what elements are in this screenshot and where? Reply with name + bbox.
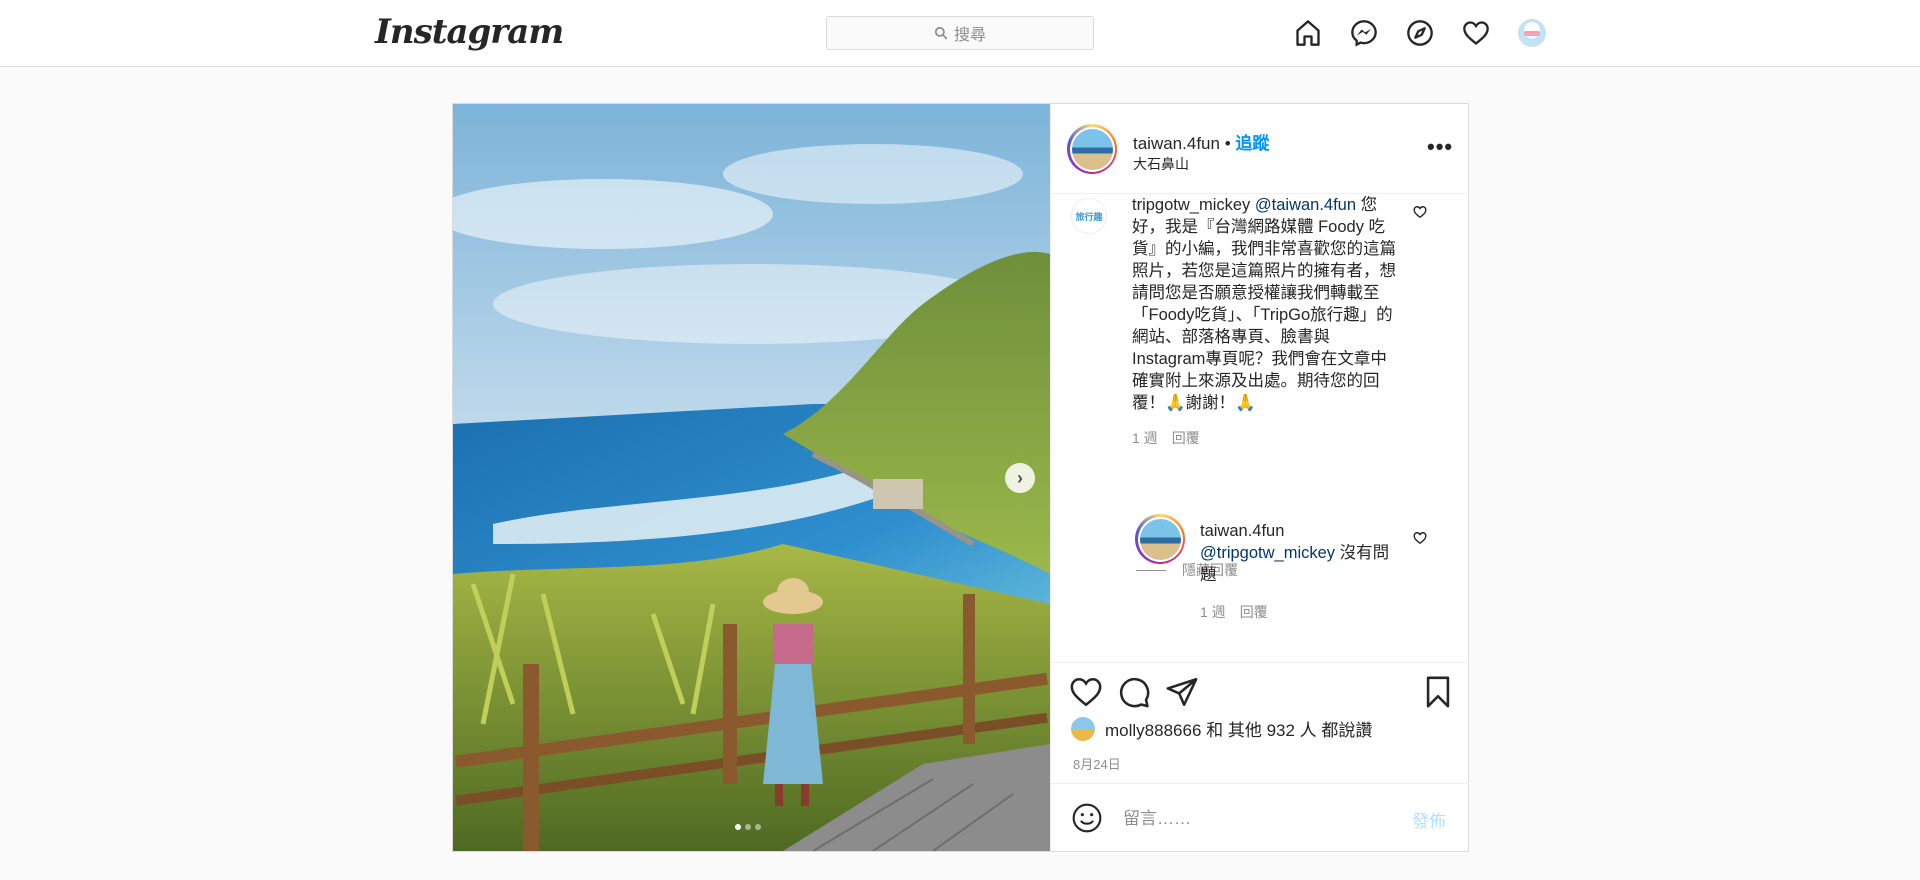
- post-date[interactable]: 8月24日: [1073, 754, 1121, 773]
- comment-body: 您好，我是『台灣網路媒體 Foody 吃貨』的小編，我們非常喜歡您的這篇照片，若…: [1132, 196, 1396, 412]
- post-image: [453, 104, 1050, 851]
- more-options-button[interactable]: •••: [1427, 134, 1453, 160]
- post-location[interactable]: 大石鼻山: [1133, 154, 1189, 174]
- carousel-next-button[interactable]: ›: [1005, 463, 1035, 493]
- post-comment-button[interactable]: 發佈: [1412, 807, 1446, 832]
- carousel-indicator: [735, 824, 761, 830]
- liker-username[interactable]: molly888666: [1105, 721, 1201, 740]
- post-author-username[interactable]: taiwan.4fun: [1133, 134, 1220, 153]
- explore-icon: [1407, 20, 1433, 46]
- top-navigation-bar: Instagram 搜尋: [0, 0, 1920, 67]
- reply-time: 1 週: [1200, 604, 1226, 620]
- comment-mention[interactable]: @taiwan.4fun: [1255, 196, 1356, 214]
- search-icon: [934, 26, 948, 40]
- likes-suffix: 都說讚: [1321, 721, 1373, 740]
- activity-button[interactable]: [1461, 17, 1491, 49]
- nav-icons: [1293, 17, 1547, 49]
- share-paper-plane-icon[interactable]: [1165, 675, 1199, 709]
- commenter-username[interactable]: tripgotw_mickey: [1132, 196, 1250, 214]
- home-icon: [1296, 20, 1320, 46]
- add-comment-box: 發佈: [1051, 783, 1469, 852]
- comment-time: 1 週: [1132, 430, 1158, 446]
- home-button[interactable]: [1293, 17, 1323, 49]
- liker-avatar[interactable]: [1071, 716, 1095, 741]
- separator-dot: •: [1224, 134, 1231, 153]
- comment-text: tripgotw_mickey @taiwan.4fun 您好，我是『台灣網路媒…: [1132, 194, 1402, 414]
- comments-section[interactable]: 旅行趣 tripgotw_mickey @taiwan.4fun 您好，我是『台…: [1051, 194, 1469, 662]
- post-card: › taiwan.4fun • 追蹤 大石鼻山 ••• 旅行趣 tripgotw…: [452, 103, 1469, 852]
- post-photo: ›: [453, 104, 1050, 851]
- author-avatar: [1071, 128, 1113, 170]
- reply-like-heart-icon[interactable]: [1413, 531, 1427, 545]
- reply-reply-button[interactable]: 回覆: [1240, 602, 1268, 622]
- carousel-dot: [755, 824, 761, 830]
- reply-username[interactable]: taiwan.4fun: [1200, 522, 1284, 540]
- bookmark-icon[interactable]: [1421, 675, 1455, 709]
- post-sidebar: taiwan.4fun • 追蹤 大石鼻山 ••• 旅行趣 tripgotw_m…: [1050, 104, 1469, 851]
- likes-others-link[interactable]: 其他 932 人: [1228, 721, 1317, 740]
- divider-line: [1136, 569, 1166, 571]
- reply-avatar: [1139, 518, 1181, 560]
- comment-bubble-icon[interactable]: [1117, 675, 1151, 709]
- comment-meta: 1 週 回覆: [1132, 428, 1200, 448]
- reply-mention[interactable]: @tripgotw_mickey: [1200, 544, 1335, 562]
- profile-avatar: [1518, 19, 1546, 47]
- commenter-avatar[interactable]: 旅行趣: [1071, 198, 1107, 234]
- likes-summary: molly888666 和 其他 932 人 都說讚: [1071, 716, 1372, 741]
- explore-button[interactable]: [1405, 17, 1435, 49]
- like-heart-icon[interactable]: [1069, 675, 1103, 709]
- reply-meta: 1 週 回覆: [1200, 602, 1268, 622]
- post-header: taiwan.4fun • 追蹤 大石鼻山 •••: [1051, 104, 1469, 194]
- carousel-dot-active: [735, 824, 741, 830]
- comment-input[interactable]: [1121, 804, 1385, 834]
- comment-like-heart-icon[interactable]: [1413, 205, 1427, 219]
- instagram-logo[interactable]: Instagram: [375, 12, 564, 52]
- author-avatar-ring[interactable]: [1067, 124, 1117, 174]
- carousel-dot: [745, 824, 751, 830]
- activity-heart-icon: [1463, 21, 1489, 45]
- likes-joiner: 和: [1206, 721, 1224, 740]
- reply-text: taiwan.4fun @tripgotw_mickey 沒有問題: [1200, 520, 1405, 586]
- post-author-line: taiwan.4fun • 追蹤: [1133, 129, 1269, 154]
- messenger-icon: [1351, 20, 1377, 47]
- search-placeholder: 搜尋: [953, 27, 986, 44]
- profile-button[interactable]: [1517, 17, 1547, 49]
- emoji-icon[interactable]: [1071, 802, 1103, 834]
- follow-button[interactable]: 追蹤: [1235, 134, 1269, 153]
- search-box[interactable]: 搜尋: [826, 16, 1094, 50]
- comment-reply-button[interactable]: 回覆: [1172, 428, 1200, 448]
- reply-avatar-ring[interactable]: [1135, 514, 1185, 564]
- direct-messages-button[interactable]: [1349, 17, 1379, 49]
